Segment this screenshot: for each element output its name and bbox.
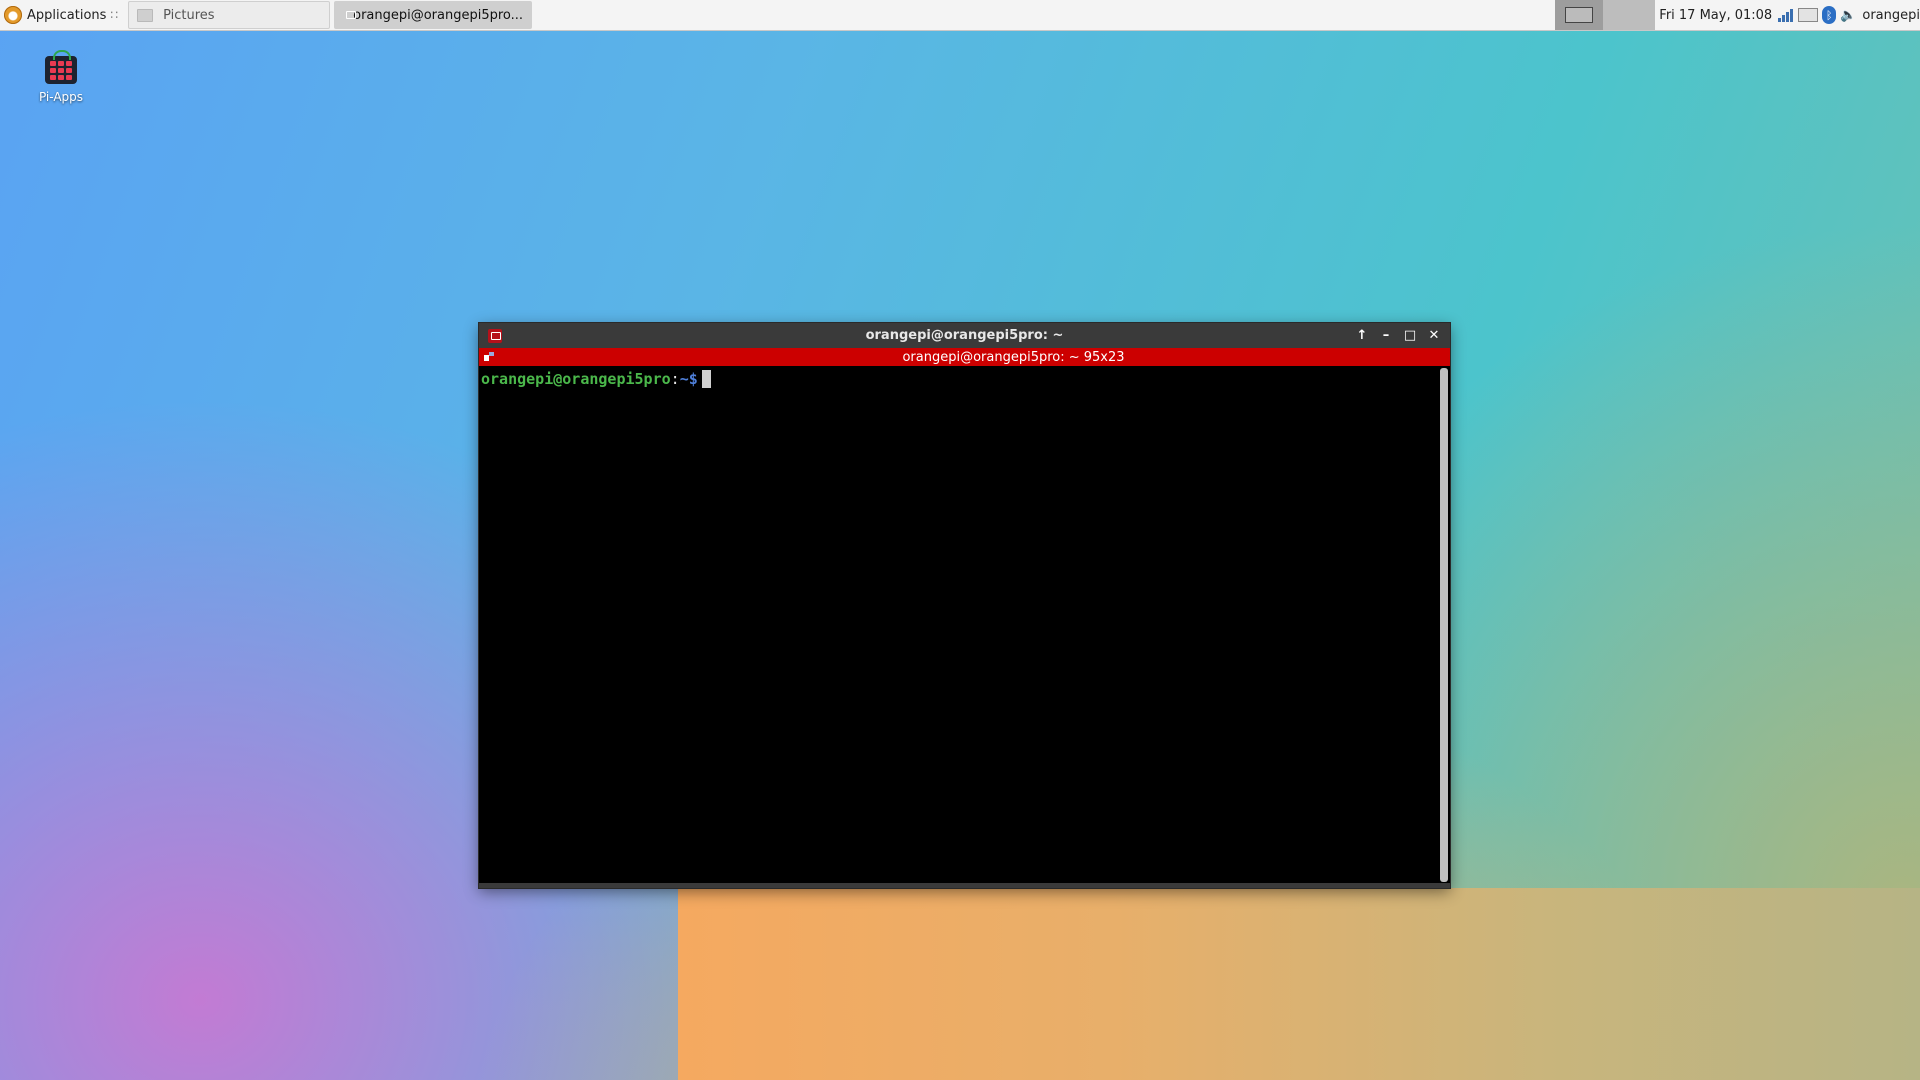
pi-apps-icon bbox=[45, 50, 77, 84]
window-bottom-border bbox=[479, 883, 1450, 888]
taskbar-item-label: orangepi@orangepi5pro... bbox=[353, 7, 524, 23]
prompt-user: orangepi@orangepi5pro bbox=[481, 370, 671, 388]
prompt-path: ~$ bbox=[679, 370, 698, 388]
taskbar-item-label: Pictures bbox=[163, 7, 215, 23]
folder-icon bbox=[137, 8, 154, 22]
window-titlebar[interactable]: orangepi@orangepi5pro: ~ ↑ – □ ✕ bbox=[479, 323, 1450, 348]
terminal-window[interactable]: orangepi@orangepi5pro: ~ ↑ – □ ✕ orangep… bbox=[479, 323, 1450, 888]
maximize-button[interactable]: □ bbox=[1402, 328, 1418, 344]
tab-icon[interactable] bbox=[484, 352, 494, 362]
terminal-cursor bbox=[701, 370, 711, 388]
panel-separator-handle[interactable]: ∷ bbox=[110, 8, 118, 22]
workspace-1-button[interactable] bbox=[1555, 0, 1604, 30]
shade-up-button[interactable]: ↑ bbox=[1354, 328, 1370, 344]
taskbar-item-terminal[interactable]: orangepi@orangepi5pro... bbox=[334, 1, 533, 29]
prompt-separator: : bbox=[670, 370, 680, 388]
workspace-2-button[interactable] bbox=[1603, 0, 1656, 30]
user-menu[interactable]: orangepi bbox=[1862, 8, 1920, 23]
window-title: orangepi@orangepi5pro: ~ bbox=[865, 328, 1064, 343]
tab-title: orangepi@orangepi5pro: ~ 95x23 bbox=[902, 349, 1125, 365]
workspace-window-icon bbox=[1565, 7, 1594, 23]
terminal-scrollbar[interactable] bbox=[1440, 368, 1448, 882]
clock[interactable]: Fri 17 May, 01:08 bbox=[1659, 8, 1772, 23]
desktop-icon-pi-apps[interactable]: Pi-Apps bbox=[28, 50, 94, 104]
bluetooth-icon[interactable]: ᛒ bbox=[1822, 6, 1837, 24]
system-tray: ᛒ 🔈 orangepi bbox=[1778, 6, 1920, 24]
terminal-output[interactable]: orangepi@orangepi5pro:~$ bbox=[479, 366, 1438, 883]
applications-logo-icon bbox=[4, 6, 22, 24]
applications-label: Applications bbox=[27, 7, 107, 23]
minimize-button[interactable]: – bbox=[1378, 328, 1394, 344]
top-panel: Applications ∷ Pictures orangepi@orangep… bbox=[0, 0, 1920, 31]
terminal-app-icon[interactable] bbox=[488, 328, 502, 343]
terminal-tab-bar[interactable]: orangepi@orangepi5pro: ~ 95x23 bbox=[479, 348, 1450, 366]
applications-menu-button[interactable]: Applications ∷ bbox=[0, 0, 124, 30]
desktop-icon-label: Pi-Apps bbox=[38, 90, 84, 104]
network-signal-icon[interactable] bbox=[1778, 8, 1794, 22]
keyboard-icon[interactable] bbox=[1798, 8, 1819, 22]
volume-icon[interactable]: 🔈 bbox=[1840, 8, 1856, 23]
close-button[interactable]: ✕ bbox=[1426, 328, 1442, 344]
wallpaper-orange-area bbox=[678, 888, 1920, 1080]
taskbar-item-pictures[interactable]: Pictures bbox=[128, 1, 331, 29]
